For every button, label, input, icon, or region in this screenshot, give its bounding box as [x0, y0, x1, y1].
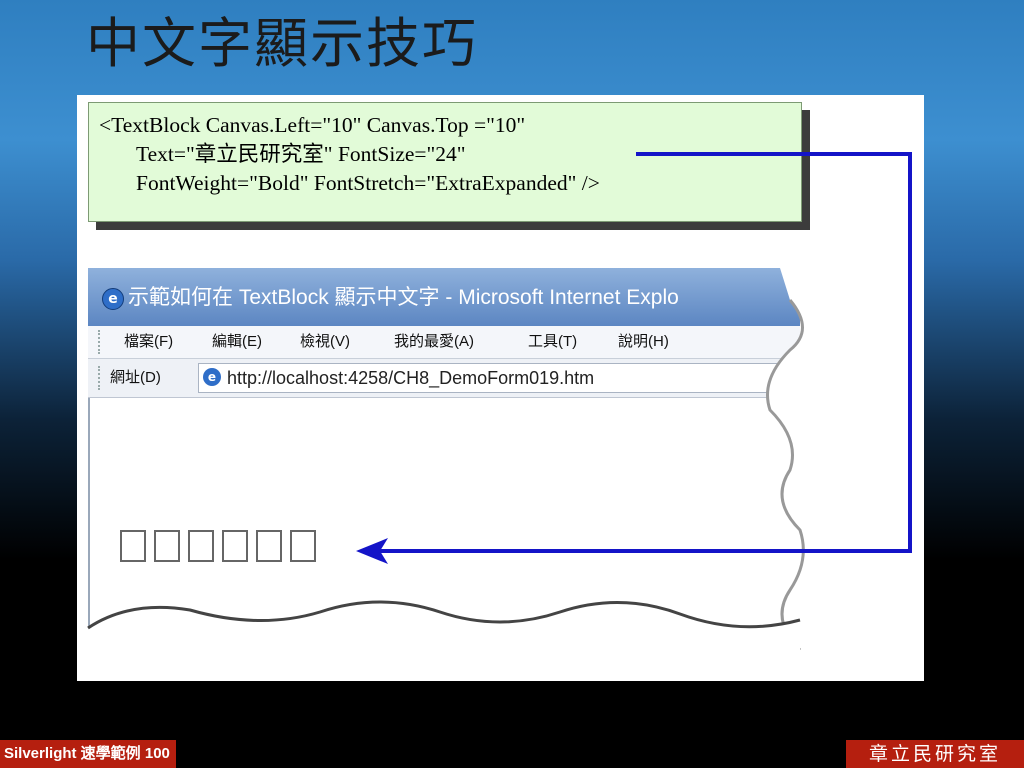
- torn-edge-overlay: [87, 152, 924, 681]
- footer-left-label: Silverlight 速學範例 100: [0, 740, 176, 768]
- footer-right-label: 章立民研究室: [846, 740, 1024, 768]
